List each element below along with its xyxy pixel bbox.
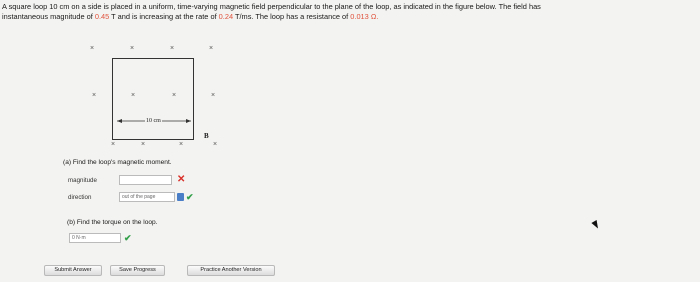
- part-a-title: (a) Find the loop's magnetic moment.: [63, 159, 172, 166]
- field-cross: ×: [212, 141, 218, 148]
- problem-line-1: A square loop 10 cm on a side is placed …: [2, 2, 541, 11]
- problem-text-a: instantaneous magnitude of: [2, 12, 95, 21]
- field-label: B: [204, 132, 209, 140]
- field-cross: ×: [208, 45, 214, 52]
- field-cross: ×: [178, 141, 184, 148]
- submit-answer-button[interactable]: Submit Answer: [44, 265, 102, 276]
- direction-label: direction: [68, 194, 92, 201]
- problem-text-c: T/ms. The loop has a resistance of: [233, 12, 351, 21]
- resistance-value: 0.013: [350, 12, 369, 21]
- direction-select[interactable]: out of the page: [119, 192, 175, 202]
- field-cross: ×: [129, 45, 135, 52]
- field-magnitude-value: 0.45: [94, 12, 110, 21]
- magnitude-label: magnitude: [68, 177, 97, 184]
- field-cross: ×: [89, 45, 95, 52]
- part-b-title: (b) Find the torque on the loop.: [67, 219, 158, 226]
- torque-input[interactable]: 0 N·m: [69, 233, 121, 243]
- field-cross: ×: [110, 141, 116, 148]
- field-cross: ×: [169, 45, 175, 52]
- problem-text-b: T and is increasing at the rate of: [109, 12, 219, 21]
- incorrect-icon: ✕: [177, 174, 186, 185]
- correct-icon: ✔: [186, 192, 194, 202]
- practice-another-version-button[interactable]: Practice Another Version: [187, 265, 275, 276]
- square-loop: [112, 58, 194, 140]
- dimension-label: 10 cm: [145, 118, 162, 124]
- field-cross: ×: [140, 141, 146, 148]
- field-rate-value: 0.24: [218, 12, 234, 21]
- save-progress-button[interactable]: Save Progress: [110, 265, 165, 276]
- resistance-unit: Ω.: [368, 12, 379, 21]
- field-cross: ×: [91, 92, 97, 99]
- problem-line-2: instantaneous magnitude of 0.45 T and is…: [2, 12, 698, 22]
- magnitude-input[interactable]: [119, 175, 172, 185]
- field-cross: ×: [210, 92, 216, 99]
- dropdown-arrow-icon[interactable]: [177, 193, 184, 201]
- mouse-cursor-icon: [591, 220, 601, 230]
- problem-statement: A square loop 10 cm on a side is placed …: [2, 2, 698, 22]
- correct-icon: ✔: [124, 233, 132, 243]
